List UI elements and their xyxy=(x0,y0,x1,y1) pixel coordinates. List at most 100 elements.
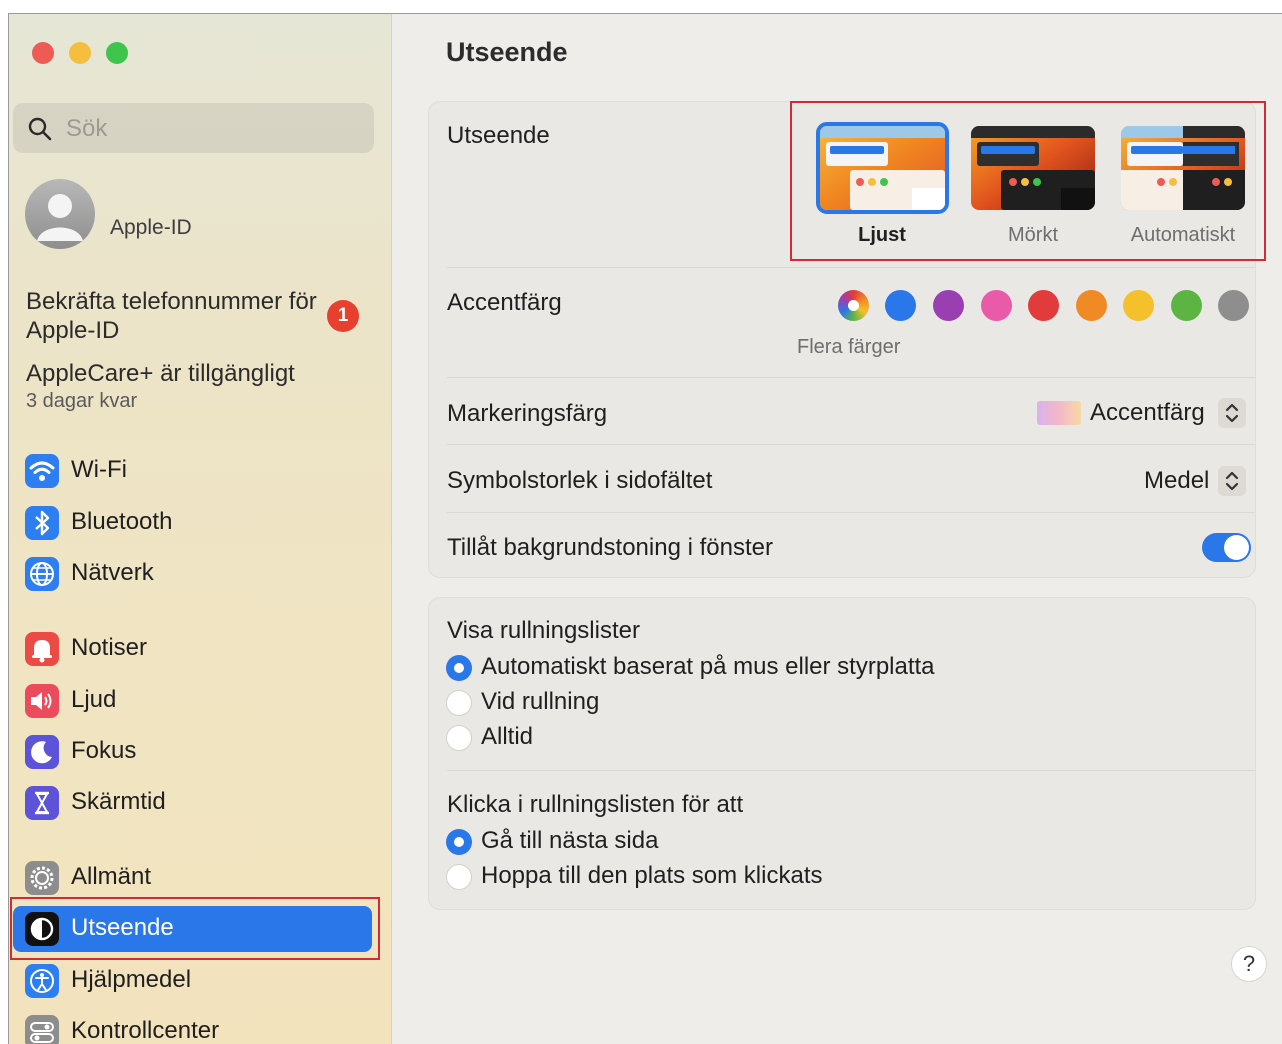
sidebar-item-notifications[interactable]: Notiser xyxy=(13,626,372,672)
hourglass-icon xyxy=(25,786,59,820)
accent-graphite-swatch[interactable] xyxy=(1218,290,1249,321)
sidebar-item-label: Fokus xyxy=(71,737,137,764)
appearance-option-light-label: Ljust xyxy=(858,224,906,246)
highlight-color-value[interactable]: Accentfärg xyxy=(1090,399,1205,427)
sidebar-item-label: Wi-Fi xyxy=(71,456,127,483)
accent-multicolor-swatch[interactable] xyxy=(838,290,869,321)
sidebar-item-label: Allmänt xyxy=(71,863,152,890)
bell-icon xyxy=(25,632,59,666)
sidebar-item-label: Hjälpmedel xyxy=(71,966,192,993)
applecare-days-left: 3 dagar kvar xyxy=(26,390,138,412)
appearance-option-light[interactable] xyxy=(816,122,949,214)
sidebar-item-bluetooth[interactable]: Bluetooth xyxy=(13,500,372,546)
sidebar-icon-size-stepper[interactable] xyxy=(1218,466,1246,496)
show-scrollbars-label: Visa rullningslister xyxy=(447,617,640,644)
globe-icon xyxy=(25,557,59,591)
page-title: Utseende xyxy=(446,37,568,67)
divider xyxy=(447,512,1255,513)
appearance-option-auto-label: Automatiskt xyxy=(1130,224,1236,246)
bluetooth-icon xyxy=(25,506,59,540)
help-button[interactable]: ? xyxy=(1231,946,1267,982)
appearance-option-dark-label: Mörkt xyxy=(1008,224,1058,246)
accent-green-swatch[interactable] xyxy=(1171,290,1202,321)
scrollbars-always-label: Alltid xyxy=(481,723,534,750)
highlight-color-label: Markeringsfärg xyxy=(447,400,608,427)
speaker-icon xyxy=(25,684,59,718)
light-mode-preview-icon xyxy=(820,126,945,210)
search-placeholder: Sök xyxy=(66,115,108,142)
sidebar-icon-size-label: Symbolstorlek i sidofältet xyxy=(447,467,713,494)
search-icon xyxy=(28,117,52,141)
highlight-color-preview xyxy=(1037,401,1081,425)
wallpaper-tinting-toggle[interactable] xyxy=(1202,533,1251,562)
scrollbars-auto-label: Automatiskt baserat på mus eller styrpla… xyxy=(481,653,935,680)
sidebar-item-network[interactable]: Nätverk xyxy=(13,551,372,597)
sidebar-item-label: Notiser xyxy=(71,634,148,661)
sidebar-item-label: Utseende xyxy=(71,914,174,941)
click-scrollbar-label: Klicka i rullningslisten för att xyxy=(447,791,744,818)
zoom-button[interactable] xyxy=(106,42,128,64)
sidebar-item-label: Bluetooth xyxy=(71,508,173,535)
sidebar-item-focus[interactable]: Fokus xyxy=(13,729,372,775)
settings-window: Sök Apple-ID Bekräfta telefonnummer för … xyxy=(8,13,1282,1044)
sidebar: Sök Apple-ID Bekräfta telefonnummer för … xyxy=(9,14,392,1044)
notification-badge: 1 xyxy=(327,300,359,332)
divider xyxy=(447,444,1255,445)
appearance-settings-card: Utseende Ljust Mörkt Automatiskt Accentf… xyxy=(428,101,1256,578)
accent-pink-swatch[interactable] xyxy=(981,290,1012,321)
minimize-button[interactable] xyxy=(69,42,91,64)
search-input[interactable]: Sök xyxy=(13,103,374,153)
click-next-page-radio[interactable] xyxy=(446,829,472,855)
appearance-icon xyxy=(25,912,59,946)
scrollbars-always-radio[interactable] xyxy=(446,725,472,751)
sidebar-item-screen-time[interactable]: Skärmtid xyxy=(13,780,372,826)
sidebar-item-general[interactable]: Allmänt xyxy=(13,855,372,901)
accent-caption: Flera färger xyxy=(797,336,901,358)
accent-purple-swatch[interactable] xyxy=(933,290,964,321)
click-next-page-label: Gå till nästa sida xyxy=(481,827,659,854)
appearance-label: Utseende xyxy=(447,122,550,149)
sidebar-item-control-center[interactable]: Kontrollcenter xyxy=(13,1009,372,1044)
accent-color-label: Accentfärg xyxy=(447,289,562,316)
sidebar-item-label: Kontrollcenter xyxy=(71,1017,220,1044)
chevron-updown-icon xyxy=(1225,403,1239,423)
accent-red-swatch[interactable] xyxy=(1028,290,1059,321)
accent-yellow-swatch[interactable] xyxy=(1123,290,1154,321)
person-icon xyxy=(37,194,83,241)
apple-id-label[interactable]: Apple-ID xyxy=(110,216,192,240)
sidebar-item-label: Nätverk xyxy=(71,559,154,586)
sidebar-item-wifi[interactable]: Wi-Fi xyxy=(13,448,372,494)
auto-mode-preview-icon xyxy=(1121,126,1245,210)
sidebar-item-sound[interactable]: Ljud xyxy=(13,678,372,724)
gear-icon xyxy=(25,861,59,895)
accent-blue-swatch[interactable] xyxy=(885,290,916,321)
wallpaper-tinting-label: Tillåt bakgrundstoning i fönster xyxy=(447,534,773,561)
divider xyxy=(447,770,1255,771)
sidebar-item-label: Skärmtid xyxy=(71,788,166,815)
accent-orange-swatch[interactable] xyxy=(1076,290,1107,321)
sidebar-item-appearance[interactable]: Utseende xyxy=(13,906,372,952)
main-pane: Utseende Utseende Ljust Mörkt Automatisk… xyxy=(392,14,1282,1044)
dark-mode-preview-icon xyxy=(971,126,1095,210)
sidebar-icon-size-value[interactable]: Medel xyxy=(1144,467,1209,495)
divider xyxy=(447,377,1255,378)
click-jump-radio[interactable] xyxy=(446,864,472,890)
divider xyxy=(447,267,1255,268)
sidebar-item-accessibility[interactable]: Hjälpmedel xyxy=(13,958,372,1004)
appearance-option-dark[interactable] xyxy=(971,126,1095,210)
verify-phone-notice[interactable]: Bekräfta telefonnummer för Apple-ID xyxy=(26,287,326,345)
click-jump-label: Hoppa till den plats som klickats xyxy=(481,862,823,889)
scrollbars-scrolling-radio[interactable] xyxy=(446,690,472,716)
avatar[interactable] xyxy=(25,179,95,249)
accessibility-icon xyxy=(25,964,59,998)
scrollbars-auto-radio[interactable] xyxy=(446,655,472,681)
scrollbars-scrolling-label: Vid rullning xyxy=(481,688,600,715)
wifi-icon xyxy=(25,454,59,488)
moon-icon xyxy=(25,735,59,769)
highlight-color-stepper[interactable] xyxy=(1218,398,1246,428)
appearance-option-auto[interactable] xyxy=(1121,126,1245,210)
applecare-notice[interactable]: AppleCare+ är tillgängligt xyxy=(26,360,295,388)
close-button[interactable] xyxy=(32,42,54,64)
chevron-updown-icon xyxy=(1225,471,1239,491)
scrollbar-settings-card: Visa rullningslister Automatiskt baserat… xyxy=(428,597,1256,910)
